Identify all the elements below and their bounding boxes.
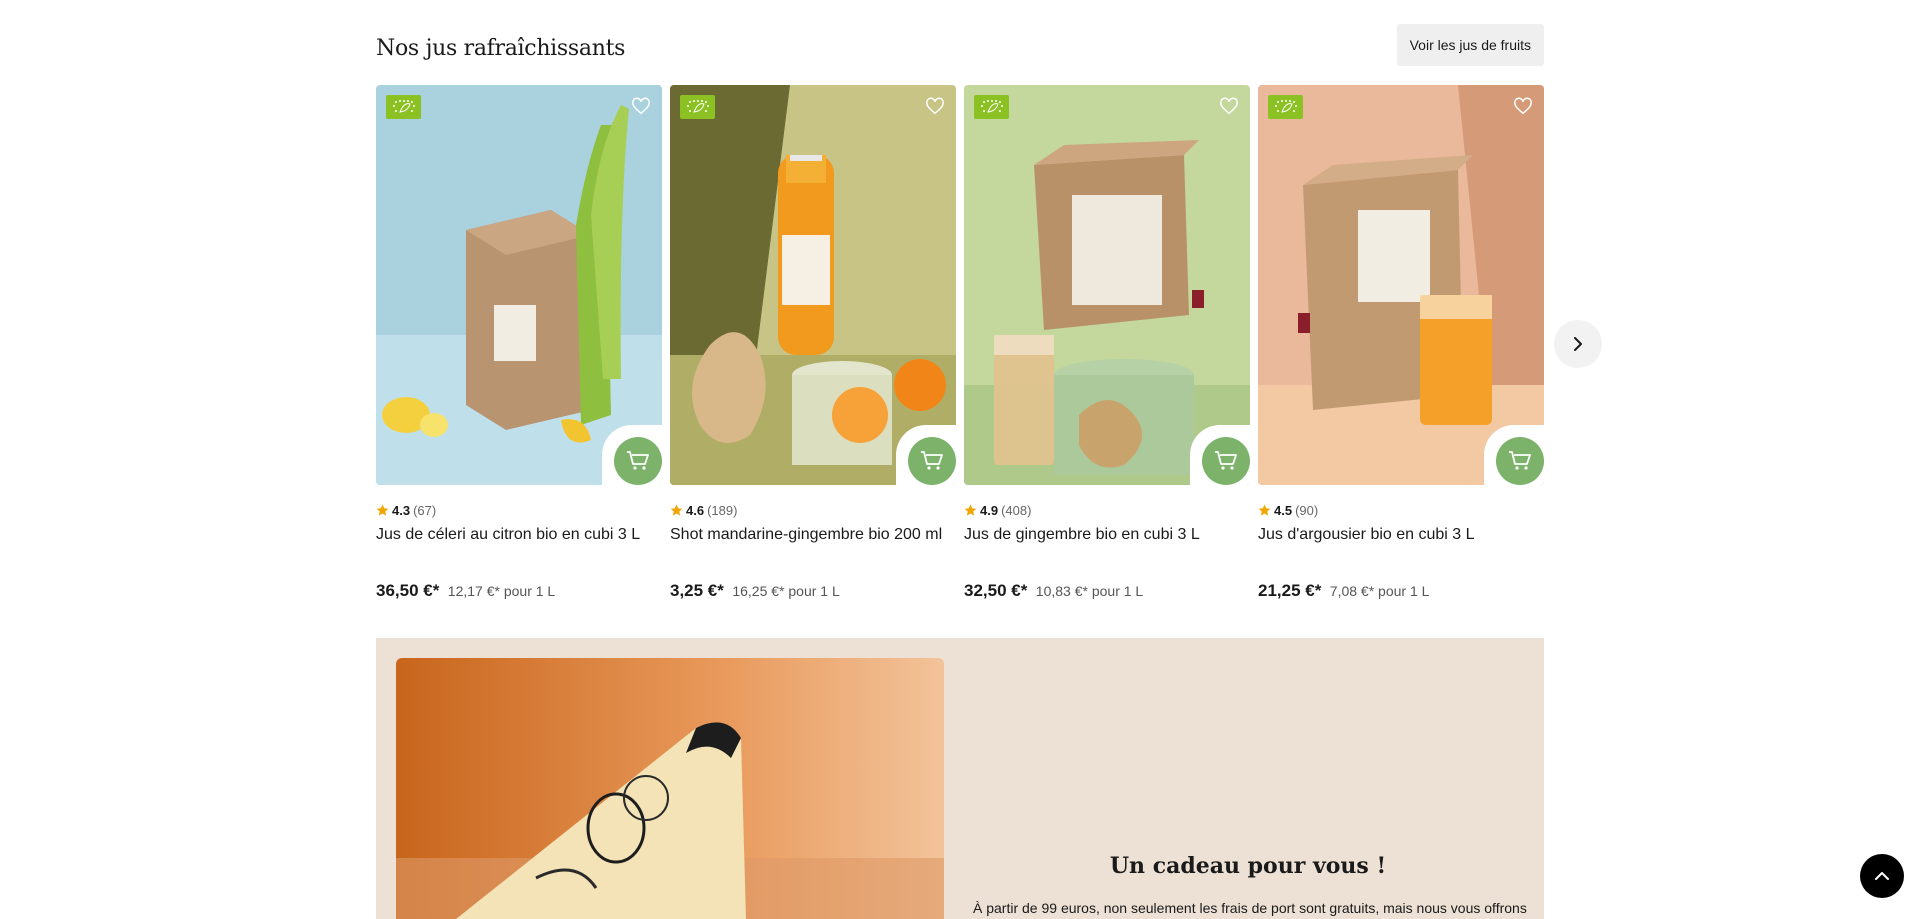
review-count: (90)	[1295, 503, 1319, 518]
cart-icon	[627, 451, 649, 470]
product-image[interactable]	[670, 85, 956, 485]
add-to-cart-button[interactable]	[1202, 437, 1250, 485]
favorite-heart-icon[interactable]	[1216, 93, 1242, 119]
see-all-juices-button[interactable]: Voir les jus de fruits	[1396, 24, 1544, 66]
product-photo-celery	[376, 85, 662, 485]
price-row: 32,50 €* 10,83 €* pour 1 L	[964, 581, 1143, 601]
section-header: Nos jus rafraîchissants Voir les jus de …	[376, 24, 1544, 66]
rating-score: 4.3	[392, 503, 411, 518]
price-row: 21,25 €* 7,08 €* pour 1 L	[1258, 581, 1429, 601]
product-card[interactable]: 4.9 (408) Jus de gingembre bio en cubi 3…	[964, 85, 1250, 615]
product-photo-mandarin-ginger-shot	[670, 85, 956, 485]
product-photo-sea-buckthorn-juice	[1258, 85, 1544, 485]
chevron-up-icon	[1875, 872, 1889, 880]
cart-icon	[1509, 451, 1531, 470]
unit-price: 10,83 €* pour 1 L	[1035, 583, 1144, 599]
rating-score: 4.9	[980, 503, 999, 518]
carousel-next-button[interactable]	[1554, 320, 1602, 368]
review-count: (408)	[1001, 503, 1032, 518]
eu-organic-leaf-icon	[1268, 95, 1303, 119]
product-image[interactable]	[376, 85, 662, 485]
product-price: 21,25 €*	[1258, 581, 1322, 600]
price-row: 36,50 €* 12,17 €* pour 1 L	[376, 581, 555, 601]
product-rating: 4.5 (90)	[1258, 503, 1318, 518]
product-card[interactable]: 4.6 (189) Shot mandarine-gingembre bio 2…	[670, 85, 956, 615]
gift-promo-banner: Un cadeau pour vous ! À partir de 99 eur…	[376, 638, 1544, 919]
unit-price: 7,08 €* pour 1 L	[1329, 583, 1430, 599]
eu-organic-leaf-icon	[974, 95, 1009, 119]
star-icon	[376, 504, 389, 516]
product-carousel: 4.3 (67) Jus de céleri au citron bio en …	[376, 85, 1544, 615]
add-to-cart-button[interactable]	[614, 437, 662, 485]
add-to-cart-button[interactable]	[908, 437, 956, 485]
product-photo-ginger-juice	[964, 85, 1250, 485]
product-price: 36,50 €*	[376, 581, 440, 600]
product-price: 3,25 €*	[670, 581, 724, 600]
product-card[interactable]: 4.5 (90) Jus d'argousier bio en cubi 3 L…	[1258, 85, 1544, 615]
price-row: 3,25 €* 16,25 €* pour 1 L	[670, 581, 840, 601]
promo-image	[396, 658, 944, 919]
promo-title: Un cadeau pour vous !	[1109, 853, 1387, 879]
add-to-cart-button[interactable]	[1496, 437, 1544, 485]
product-name-link[interactable]: Jus d'argousier bio en cubi 3 L	[1258, 526, 1475, 544]
product-card[interactable]: 4.3 (67) Jus de céleri au citron bio en …	[376, 85, 662, 615]
rating-score: 4.6	[686, 503, 705, 518]
star-icon	[670, 504, 683, 516]
chevron-right-icon	[1574, 337, 1582, 351]
favorite-heart-icon[interactable]	[922, 93, 948, 119]
product-image[interactable]	[1258, 85, 1544, 485]
unit-price: 16,25 €* pour 1 L	[732, 583, 840, 599]
product-rating: 4.9 (408)	[964, 503, 1031, 518]
review-count: (67)	[413, 503, 437, 518]
product-name-link[interactable]: Shot mandarine-gingembre bio 200 ml	[670, 526, 942, 544]
cart-icon	[921, 451, 943, 470]
favorite-heart-icon[interactable]	[628, 93, 654, 119]
product-name-link[interactable]: Jus de gingembre bio en cubi 3 L	[964, 526, 1200, 544]
star-icon	[1258, 504, 1271, 516]
product-rating: 4.6 (189)	[670, 503, 737, 518]
cart-icon	[1215, 451, 1237, 470]
product-rating: 4.3 (67)	[376, 503, 436, 518]
product-name-link[interactable]: Jus de céleri au citron bio en cubi 3 L	[376, 526, 640, 544]
favorite-heart-icon[interactable]	[1510, 93, 1536, 119]
review-count: (189)	[707, 503, 738, 518]
star-icon	[964, 504, 977, 516]
product-price: 32,50 €*	[964, 581, 1028, 600]
eu-organic-leaf-icon	[680, 95, 715, 119]
unit-price: 12,17 €* pour 1 L	[447, 583, 556, 599]
product-image[interactable]	[964, 85, 1250, 485]
scroll-to-top-button[interactable]	[1860, 854, 1904, 898]
promo-text: À partir de 99 euros, non seulement les …	[973, 900, 1527, 916]
eu-organic-leaf-icon	[386, 95, 421, 119]
energy-ball-product-photo	[396, 658, 944, 919]
section-title: Nos jus rafraîchissants	[376, 36, 626, 61]
rating-score: 4.5	[1274, 503, 1293, 518]
